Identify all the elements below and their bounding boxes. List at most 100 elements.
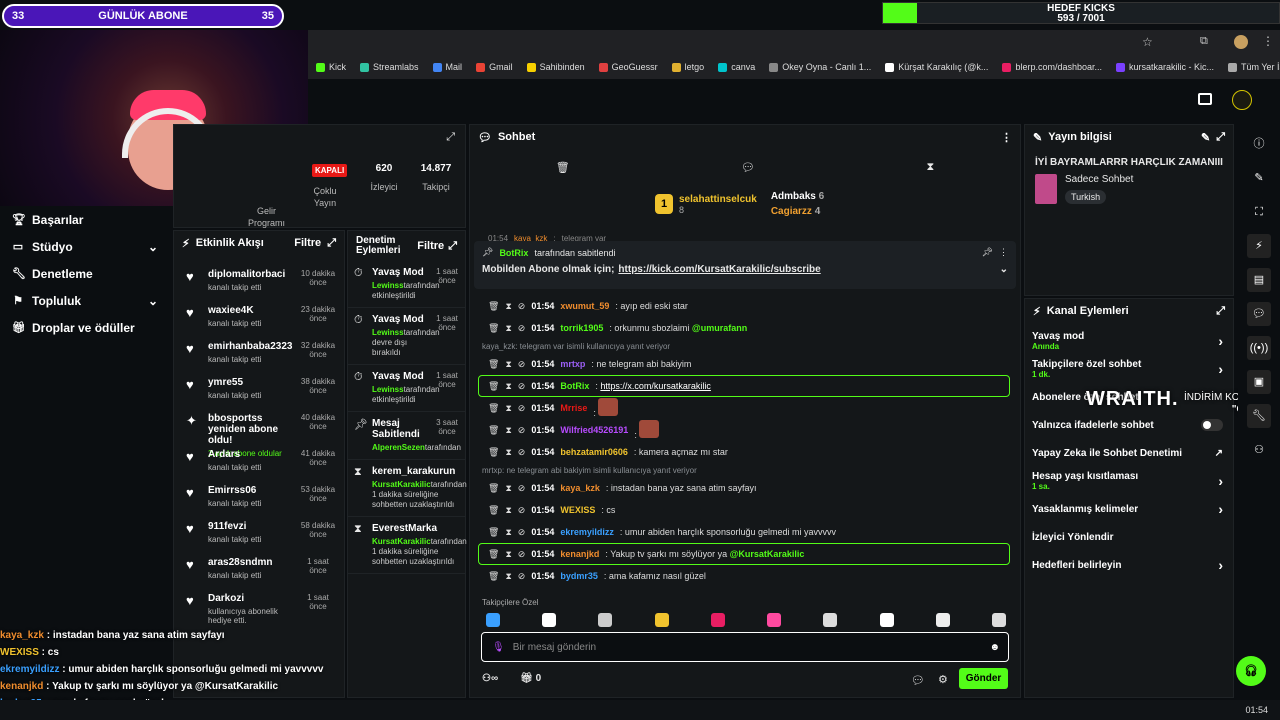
msg-user[interactable]: bydmr35 <box>560 571 598 581</box>
ban-icon[interactable]: ⊘ <box>518 425 526 436</box>
ban-icon[interactable]: ⊘ <box>518 323 526 334</box>
activity-name[interactable]: Ardars <box>208 449 290 460</box>
msg-user[interactable]: kenanjkd <box>560 549 599 559</box>
chat-input[interactable]: 🎙︎ Bir mesaj gönderin ☻ <box>481 632 1009 662</box>
ban-icon[interactable]: ⊘ <box>518 447 526 458</box>
activity-name[interactable]: waxiee4K <box>208 305 290 316</box>
emote-button[interactable] <box>991 613 1006 627</box>
info-icon[interactable]: ⓘ <box>1247 132 1271 156</box>
chat-menu-icon[interactable]: ⋮ <box>1001 131 1012 144</box>
trash-icon[interactable]: 🗑︎ <box>488 425 499 436</box>
popout-icon[interactable]: ⤢ <box>1216 131 1225 144</box>
hourglass-icon[interactable]: ⧗ <box>505 381 511 392</box>
star-icon[interactable]: ☆ <box>1142 35 1153 49</box>
activity-name[interactable]: diplomalitorbaci <box>208 269 290 280</box>
bookmark-item[interactable]: kursatkarakilic - Kic... <box>1116 62 1214 72</box>
trash-icon[interactable]: 🗑︎ <box>488 505 499 516</box>
emote-button[interactable] <box>542 613 557 627</box>
msg-user[interactable]: torrik1905 <box>560 323 603 333</box>
trash-icon[interactable]: 🗑︎ <box>556 161 570 174</box>
nav-community[interactable]: ⚑ Topluluk ⌄ <box>0 287 172 314</box>
bookmark-item[interactable]: Gmail <box>476 62 513 72</box>
hourglass-icon[interactable]: ⧗ <box>505 549 511 560</box>
moderation-filter-button[interactable]: Filtre <box>417 240 444 252</box>
hourglass-icon[interactable]: ⧗ <box>505 527 511 538</box>
msg-user[interactable]: xwumut_59 <box>560 301 609 311</box>
unpin-icon[interactable]: 📌︎ <box>982 247 993 258</box>
msg-user[interactable]: kaya_kzk <box>560 483 600 493</box>
hourglass-icon[interactable]: ⧗ <box>505 447 511 458</box>
moderation-actor[interactable]: KursatKarakilic <box>372 480 431 489</box>
emote-button[interactable] <box>767 613 782 627</box>
moderation-actor[interactable]: KursatKarakilic <box>372 537 431 546</box>
microphone-icon[interactable]: 🎙︎ <box>492 642 505 653</box>
device-icon[interactable]: ▣ <box>1247 370 1271 394</box>
hourglass-icon[interactable]: ⧗ <box>505 571 511 582</box>
msg-user[interactable]: Mrrise <box>560 403 587 413</box>
popout-icon[interactable]: ⤢ <box>327 237 336 250</box>
trash-icon[interactable]: 🗑︎ <box>488 447 499 458</box>
popout-icon[interactable]: ⤢ <box>448 240 457 253</box>
ban-icon[interactable]: ⊘ <box>518 571 526 582</box>
wrench-icon[interactable]: 🔧︎ <box>1247 404 1271 428</box>
ban-icon[interactable]: ⊘ <box>518 359 526 370</box>
activity-filter-button[interactable]: Filtre <box>294 237 321 249</box>
popout-icon[interactable]: ⤢ <box>1216 305 1225 318</box>
trash-icon[interactable]: 🗑︎ <box>488 549 499 560</box>
trash-icon[interactable]: 🗑︎ <box>488 527 499 538</box>
pin-menu-icon[interactable]: ⋮ <box>999 247 1008 258</box>
msg-user[interactable]: BotRix <box>560 381 589 391</box>
gift-icon[interactable]: 🎁︎ 0 <box>520 673 541 684</box>
edit-icon[interactable]: ✎ <box>1247 166 1271 190</box>
activity-name[interactable]: ymre55 <box>208 377 290 388</box>
bookmark-item[interactable]: Mail <box>432 62 462 72</box>
emoji-icon[interactable]: ☻ <box>989 642 1000 653</box>
ban-icon[interactable]: ⊘ <box>518 381 526 392</box>
document-icon[interactable]: ▤ <box>1247 268 1271 292</box>
lightning-icon[interactable]: ⚡︎ <box>1247 234 1271 258</box>
trash-icon[interactable]: 🗑︎ <box>488 483 499 494</box>
hourglass-icon[interactable]: ⧗ <box>927 161 935 174</box>
channel-action-item[interactable]: Yasaklanmış kelimeler › <box>1025 495 1233 523</box>
emote-button[interactable] <box>710 613 725 627</box>
trash-icon[interactable]: 🗑︎ <box>488 381 499 392</box>
mod-view-icon[interactable] <box>1198 93 1212 105</box>
bookmark-item[interactable]: Kick <box>316 62 346 72</box>
hourglass-icon[interactable]: ⧗ <box>505 323 511 334</box>
channel-action-item[interactable]: Hesap yaşı kısıtlaması 1 sa. › <box>1025 467 1233 495</box>
chat-icon[interactable]: 💬︎ <box>1247 302 1271 326</box>
chevron-down-icon[interactable]: ⌄ <box>1000 264 1008 275</box>
msg-user[interactable]: WEXISS <box>560 505 595 515</box>
msg-user[interactable]: mrtxp <box>560 359 585 369</box>
hourglass-icon[interactable]: ⧗ <box>505 425 511 436</box>
channel-action-item[interactable]: Takipçilere özel sohbet 1 dk. › <box>1025 355 1233 383</box>
bookmark-item[interactable]: Kürşat Karakılıç (@k... <box>885 62 988 72</box>
bookmark-item[interactable]: canva <box>718 62 755 72</box>
emote-button[interactable] <box>935 613 950 627</box>
msg-user[interactable]: behzatamir0606 <box>560 447 628 457</box>
trash-icon[interactable]: 🗑︎ <box>488 301 499 312</box>
hourglass-icon[interactable]: ⧗ <box>505 505 511 516</box>
activity-name[interactable]: bbosportss yeniden abone oldu! <box>208 413 290 446</box>
activity-name[interactable]: Darkozi <box>208 593 290 604</box>
hourglass-icon[interactable]: ⧗ <box>505 301 511 312</box>
moderation-actor[interactable]: Lewinss <box>372 281 404 290</box>
moderation-actor[interactable]: Lewinss <box>372 328 404 337</box>
bookmark-item[interactable]: Tüm Yer İşaretleri <box>1228 62 1280 72</box>
emote-button[interactable] <box>879 613 894 627</box>
msg-user[interactable]: Wilfried4526191 <box>560 425 628 435</box>
ban-icon[interactable]: ⊘ <box>518 483 526 494</box>
profile-avatar[interactable] <box>1234 35 1248 49</box>
activity-name[interactable]: aras28sndmn <box>208 557 290 568</box>
ban-icon[interactable]: ⊘ <box>518 549 526 560</box>
bookmark-item[interactable]: blerp.com/dashboar... <box>1002 62 1102 72</box>
nav-moderation[interactable]: 🔧︎ Denetleme <box>0 260 172 287</box>
emote-button[interactable] <box>598 613 613 627</box>
hourglass-icon[interactable]: ⧗ <box>505 483 511 494</box>
screenshot-icon[interactable]: ⛶ <box>1247 200 1271 224</box>
emote-button[interactable] <box>654 613 669 627</box>
nav-drops[interactable]: 🎁︎ Droplar ve ödüller <box>0 314 172 341</box>
ban-icon[interactable]: ⊘ <box>518 403 526 414</box>
pinned-link[interactable]: https://kick.com/KursatKarakilic/subscri… <box>618 264 820 275</box>
bookmark-item[interactable]: Sahibinden <box>526 62 585 72</box>
